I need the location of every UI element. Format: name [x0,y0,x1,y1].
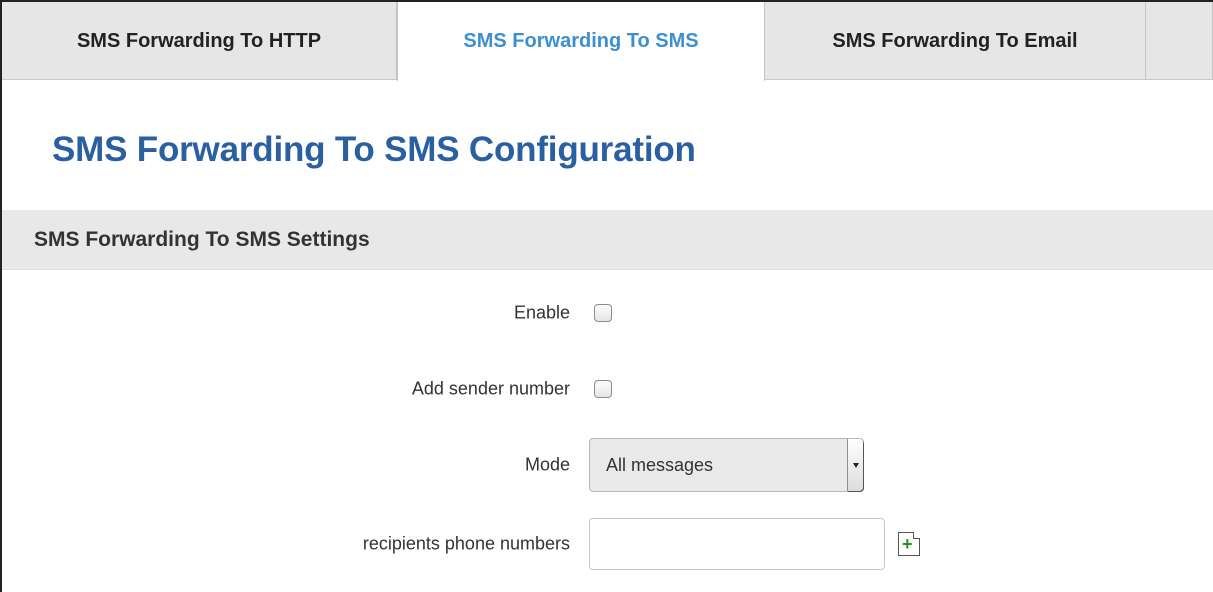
mode-label: Mode [524,454,570,475]
add-sender-checkbox[interactable] [594,380,612,398]
mode-row: Mode All messages [2,438,1213,492]
recipients-input[interactable] [589,518,885,570]
mode-select-value: All messages [606,454,714,475]
tab-sms-forwarding-email[interactable]: SMS Forwarding To Email [765,2,1146,80]
section-header: SMS Forwarding To SMS Settings [2,210,1213,270]
app-frame: SMS Forwarding To HTTP SMS Forwarding To… [0,0,1213,592]
enable-checkbox[interactable] [594,304,612,322]
tab-bar: SMS Forwarding To HTTP SMS Forwarding To… [2,2,1213,81]
tab-sms-forwarding-http[interactable]: SMS Forwarding To HTTP [2,2,397,80]
recipients-row: recipients phone numbers + [2,518,1213,570]
add-file-icon[interactable]: + [898,532,920,556]
tab-bar-filler [1146,2,1213,80]
enable-label: Enable [513,302,570,323]
add-sender-row: Add sender number [2,364,1213,414]
add-sender-label: Add sender number [411,378,570,399]
plus-icon: + [902,534,913,554]
tab-sms-forwarding-sms[interactable]: SMS Forwarding To SMS [397,2,765,81]
chevron-down-icon[interactable] [847,439,863,491]
mode-select[interactable]: All messages [589,438,864,492]
recipients-label: recipients phone numbers [362,533,570,554]
page-title: SMS Forwarding To SMS Configuration [52,130,696,169]
enable-row: Enable [2,288,1213,338]
section-title: SMS Forwarding To SMS Settings [34,227,370,251]
